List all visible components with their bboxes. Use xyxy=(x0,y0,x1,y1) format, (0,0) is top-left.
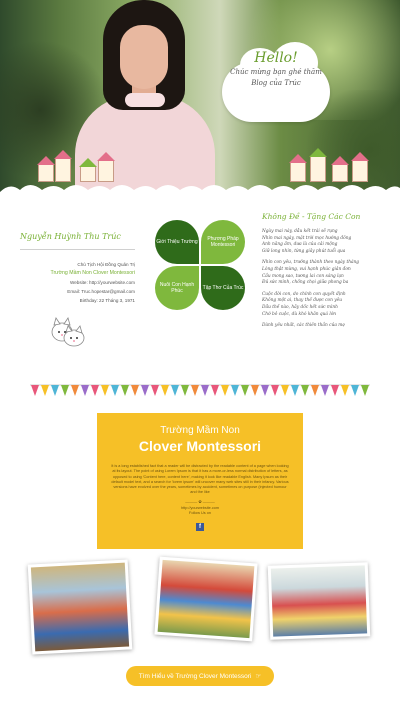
bunting-flag xyxy=(311,385,319,396)
bunting-flag xyxy=(281,385,289,396)
hero-banner xyxy=(0,0,400,195)
bunting-flag xyxy=(51,385,59,396)
poem-closing: Dành yêu nhất, các thiên thần của mẹ xyxy=(262,323,345,329)
bunting-flag xyxy=(71,385,79,396)
profile-birthday: Birthday: 22 Tháng 3, 1971 xyxy=(79,298,135,303)
classroom-photo-3 xyxy=(267,562,371,640)
bunting-flag xyxy=(161,385,169,396)
poem-line: Chớ bỏ cuộc, dù khó khăn quá lớn xyxy=(262,311,337,317)
hello-subtitle-line1: Chúc mừng bạn ghé thăm xyxy=(230,68,322,76)
bunting-flags xyxy=(30,384,370,396)
bunting-flag xyxy=(301,385,309,396)
bunting-flag xyxy=(251,385,259,396)
poem-line: Dẫu thế nào, hãy dốc hết sức mình xyxy=(262,304,338,310)
promo-follow-label: Follow Us on xyxy=(189,510,211,515)
bunting-flag xyxy=(61,385,69,396)
profile-info: Nguyễn Huỳnh Thu Trúc Chủ Tịch Hội Đồng … xyxy=(20,232,135,305)
poem-line: Đủ sức mình, chống chọi giữa phong ba xyxy=(262,280,349,286)
poem-line: Không một ai, thay thế được con yêu xyxy=(262,298,342,304)
bunting-flag xyxy=(341,385,349,396)
poem-line: Giữ long nhìn, từng giây phút tuổi qua xyxy=(262,248,346,254)
poem-line: Ngày mai này, dẫu kết trái sẽ rụng xyxy=(262,229,338,234)
kittens-illustration xyxy=(51,317,85,347)
hello-subtitle-line2: Blog của Trúc xyxy=(251,79,301,87)
learn-more-button[interactable]: Tìm Hiểu về Trường Clover Montessori ☞ xyxy=(126,666,274,686)
classroom-photo-1 xyxy=(27,559,133,655)
clover-menu: Giới Thiệu Trường Phương Pháp Montessori… xyxy=(155,220,245,310)
promo-website-link[interactable]: http://yourwebsite.com xyxy=(97,506,303,510)
menu-phuong-phap-montessori[interactable]: Phương Pháp Montessori xyxy=(201,220,245,264)
pointing-hand-icon: ☞ xyxy=(255,673,262,680)
bunting-flag xyxy=(181,385,189,396)
hello-title: Hello! xyxy=(254,50,298,66)
bunting-flag xyxy=(81,385,89,396)
promo-title-line1: Trường Mầm Non xyxy=(160,425,240,436)
facebook-icon[interactable]: f xyxy=(196,522,204,531)
bunting-flag xyxy=(91,385,99,396)
bunting-flag xyxy=(191,385,199,396)
poem-line: Anh năng ấm, dưa là của cải mộng xyxy=(262,242,338,248)
profile-email[interactable]: Email: Truc.hopestar@gmail.com xyxy=(20,287,135,296)
bunting-flag xyxy=(321,385,329,396)
poem-line: Lòng thật mừng, vui hạnh phúc giản đơn xyxy=(262,266,351,272)
bunting-flag xyxy=(361,385,369,396)
bunting-flag xyxy=(171,385,179,396)
promo-title-line2: Clover Montessori xyxy=(138,438,262,454)
promo-separator: ——— ✿ ——— xyxy=(185,498,215,504)
poem-line: Nhìn con yêu, trưởng thành theo ngày thá… xyxy=(262,260,360,266)
bunting-flag xyxy=(41,385,49,396)
cloud-wave-divider xyxy=(0,185,400,202)
profile-school-link[interactable]: Trường Mầm Non Clover Montessori xyxy=(20,269,135,278)
menu-gioi-thieu-truong[interactable]: Giới Thiệu Trường xyxy=(155,220,199,264)
promo-card: Trường Mầm Non Clover Montessori It is a… xyxy=(97,413,303,549)
bunting-flag xyxy=(241,385,249,396)
learn-more-label: Tìm Hiểu về Trường Clover Montessori xyxy=(138,672,252,680)
profile-role: Chủ Tịch Hội Đồng Quản Trị xyxy=(77,262,135,267)
menu-nuoi-con-hanh-phuc[interactable]: Nuôi Con Hạnh Phúc xyxy=(155,266,199,310)
menu-tap-tho[interactable]: Tập Thơ Của Trúc xyxy=(201,266,245,310)
bunting-flag xyxy=(271,385,279,396)
profile-signature: Nguyễn Huỳnh Thu Trúc xyxy=(20,232,135,250)
bunting-flag xyxy=(201,385,209,396)
poem-section: Không Đề - Tặng Các Con Ngày mai này, dẫ… xyxy=(262,212,382,330)
bunting-flag xyxy=(211,385,219,396)
bunting-flag xyxy=(151,385,159,396)
classroom-photo-2 xyxy=(154,556,258,642)
bunting-flag xyxy=(261,385,269,396)
bunting-flag xyxy=(231,385,239,396)
bunting-flag xyxy=(121,385,129,396)
bunting-flag xyxy=(291,385,299,396)
hello-message: Hello! Chúc mừng bạn ghé thăm Blog của T… xyxy=(222,50,330,88)
bunting-flag xyxy=(141,385,149,396)
bunting-flag xyxy=(31,385,39,396)
bunting-flag xyxy=(101,385,109,396)
bunting-flag xyxy=(131,385,139,396)
bunting-flag xyxy=(221,385,229,396)
promo-description: It is a long established fact that a rea… xyxy=(111,464,289,495)
poem-title: Không Đề - Tặng Các Con xyxy=(262,212,361,221)
bunting-flag xyxy=(111,385,119,396)
bunting-flag xyxy=(331,385,339,396)
poem-line: Cuộc đời con, do chính con quyết định xyxy=(262,291,346,297)
bunting-flag xyxy=(351,385,359,396)
profile-website[interactable]: Website: http://yourwebsite.com xyxy=(20,278,135,287)
page: Hello! Chúc mừng bạn ghé thăm Blog của T… xyxy=(0,0,400,708)
